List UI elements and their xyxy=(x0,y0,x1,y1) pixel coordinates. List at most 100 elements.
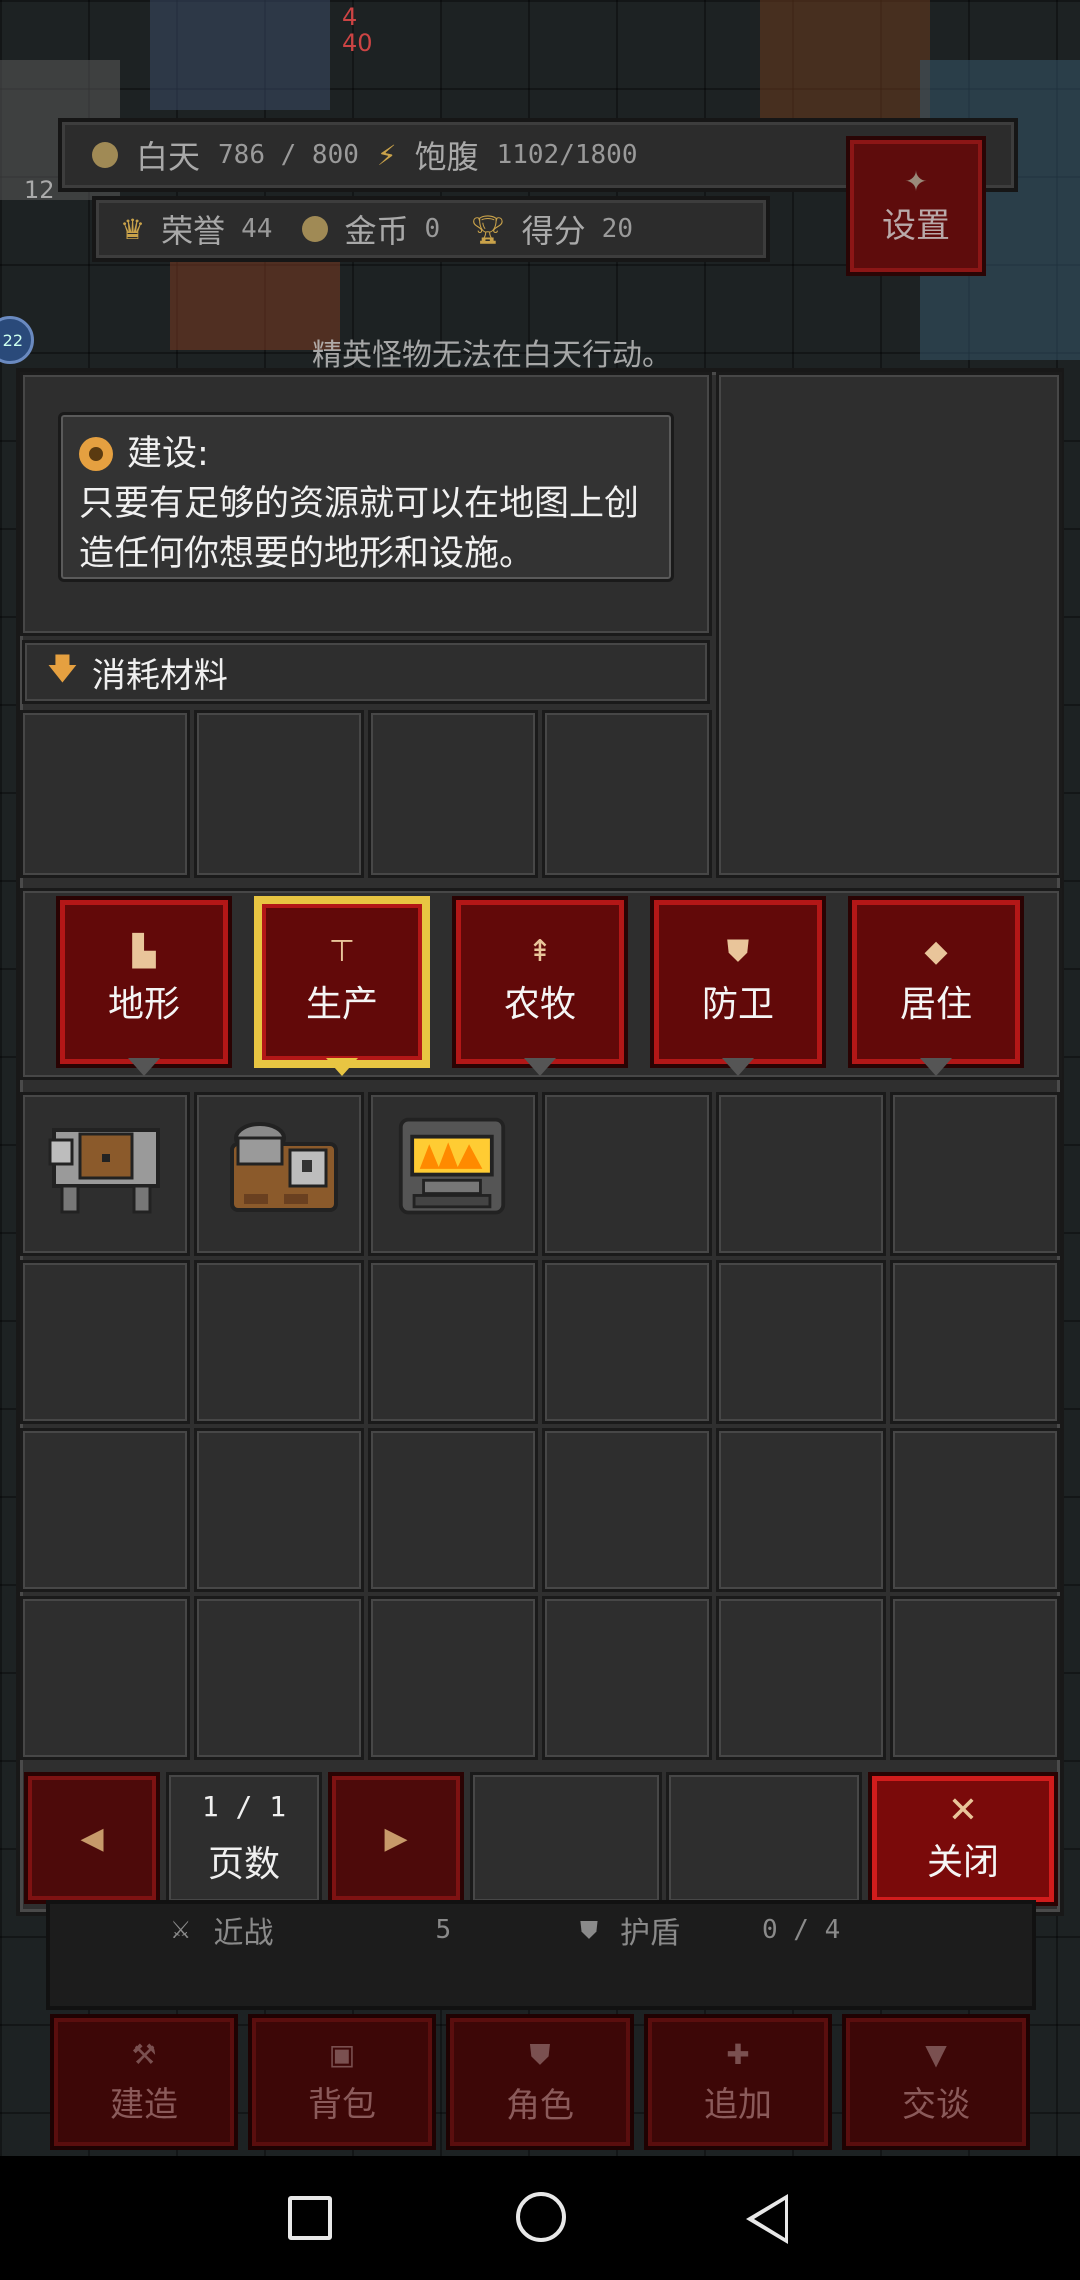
tab-terrain[interactable]: ▙ 地形 xyxy=(56,896,232,1068)
toolbar-add-button[interactable]: ✚ 追加 xyxy=(644,2014,832,2150)
toolbar-label: 角色 xyxy=(506,2085,574,2126)
wrench-icon: ✦ xyxy=(904,165,928,198)
close-icon: ✕ xyxy=(947,1790,979,1831)
item-slot[interactable] xyxy=(194,1428,364,1592)
settings-button[interactable]: ✦ 设置 xyxy=(846,136,986,276)
honor-label: 荣誉 xyxy=(161,212,226,250)
sun-icon xyxy=(92,142,118,168)
toolbar-build-button[interactable]: ⚒ 建造 xyxy=(50,2014,238,2150)
page-number: 1 / 1 xyxy=(201,1789,287,1823)
tab-pointer xyxy=(920,1058,952,1076)
cooking-station-icon[interactable] xyxy=(224,1114,344,1224)
lightning-icon: ⚡ xyxy=(376,138,397,172)
arrow-right-icon: ▶ xyxy=(384,1820,408,1856)
toolbar-label: 建造 xyxy=(110,2085,178,2125)
empty-control-slot xyxy=(470,1772,662,1904)
recent-apps-icon[interactable] xyxy=(288,2196,332,2240)
tab-production[interactable]: ⊤ 生产 xyxy=(254,896,430,1068)
item-slot[interactable] xyxy=(542,1260,712,1424)
bag-icon: ▣ xyxy=(328,2038,356,2071)
coin-icon xyxy=(302,216,329,242)
toolbar-label: 追加 xyxy=(704,2085,772,2125)
page-label: 页数 xyxy=(207,1843,280,1885)
arrow-left-icon: ◀ xyxy=(80,1820,104,1856)
tab-label: 农牧 xyxy=(503,984,576,1025)
tab-label: 居住 xyxy=(899,984,972,1025)
materials-header: 🡇 消耗材料 xyxy=(22,640,710,704)
tree-icon: ⇞ xyxy=(527,934,553,969)
terrain-icon: ▙ xyxy=(132,934,156,969)
hammer-icon: ⚒ xyxy=(131,2038,157,2071)
tab-housing[interactable]: ◆ 居住 xyxy=(848,896,1024,1068)
gold-value: 0 xyxy=(424,214,441,244)
tab-pointer xyxy=(524,1058,556,1076)
page-indicator: 1 / 1 页数 xyxy=(166,1772,322,1904)
prev-page-button[interactable]: ◀ xyxy=(24,1772,160,1904)
shield-stat-icon: ⛊ xyxy=(580,1916,598,1944)
toolbar-talk-button[interactable]: ▼ 交谈 xyxy=(842,2014,1030,2150)
day-label: 白天 xyxy=(136,138,201,176)
toolbar-character-button[interactable]: ⛊ 角色 xyxy=(446,2014,634,2150)
item-slot[interactable] xyxy=(716,1428,886,1592)
material-slot xyxy=(20,710,190,878)
score-label: 得分 xyxy=(521,212,586,250)
item-slot[interactable] xyxy=(716,1092,886,1256)
honor-value: 44 xyxy=(241,214,273,244)
character-icon: ⛊ xyxy=(529,2037,551,2071)
toolbar-label: 背包 xyxy=(308,2085,376,2125)
trophy-icon: 🏆︎ xyxy=(470,212,506,246)
player-stats-overlay: 4 40 xyxy=(342,3,373,57)
score-value: 20 xyxy=(601,214,633,244)
item-slot[interactable] xyxy=(890,1260,1060,1424)
toolbar-bag-button[interactable]: ▣ 背包 xyxy=(248,2014,436,2150)
left-counter: 12 xyxy=(24,176,55,204)
item-slot[interactable] xyxy=(194,1596,364,1760)
item-slot[interactable] xyxy=(368,1428,538,1592)
item-slot[interactable] xyxy=(20,1428,190,1592)
tab-pointer xyxy=(722,1058,754,1076)
satiety-label: 饱腹 xyxy=(414,138,479,176)
item-slot[interactable] xyxy=(368,1260,538,1424)
tab-defense[interactable]: ⛊ 防卫 xyxy=(650,896,826,1068)
house-icon: ◆ xyxy=(924,934,948,969)
item-slot[interactable] xyxy=(542,1428,712,1592)
description-line: 只要有足够的资源就可以在地图上创 xyxy=(79,484,640,524)
item-slot[interactable] xyxy=(542,1092,712,1256)
tab-label: 生产 xyxy=(305,984,378,1025)
tab-pointer-active xyxy=(326,1058,358,1076)
tab-pointer xyxy=(128,1058,160,1076)
melee-value: 5 xyxy=(435,1915,452,1945)
level-badge: 22 xyxy=(0,316,34,364)
item-slot[interactable] xyxy=(890,1596,1060,1760)
preview-slot xyxy=(716,372,1062,878)
shield-stat: ⛊ 护盾 0 / 4 xyxy=(580,1908,840,1952)
item-slot[interactable] xyxy=(716,1596,886,1760)
background-wall-tile xyxy=(150,0,330,110)
next-page-button[interactable]: ▶ xyxy=(328,1772,464,1904)
item-slot[interactable] xyxy=(20,1260,190,1424)
item-slot[interactable] xyxy=(890,1428,1060,1592)
item-slot[interactable] xyxy=(716,1260,886,1424)
settings-label: 设置 xyxy=(882,206,950,246)
furnace-icon[interactable] xyxy=(392,1112,512,1222)
workbench-icon[interactable] xyxy=(46,1114,166,1224)
item-slot[interactable] xyxy=(20,1596,190,1760)
crown-icon: ♛ xyxy=(120,212,146,246)
empty-control-slot xyxy=(666,1772,862,1904)
item-slot[interactable] xyxy=(890,1092,1060,1256)
tab-farming[interactable]: ⇞ 农牧 xyxy=(452,896,628,1068)
home-icon[interactable] xyxy=(516,2192,566,2242)
close-label: 关闭 xyxy=(926,1842,999,1883)
background-floor-tile xyxy=(760,0,930,120)
toolbar-label: 交谈 xyxy=(902,2085,970,2125)
item-slot[interactable] xyxy=(542,1596,712,1760)
description-title: 建设: xyxy=(127,434,209,474)
shield-label: 护盾 xyxy=(620,1916,680,1951)
item-slot[interactable] xyxy=(368,1596,538,1760)
shield-value: 0 / 4 xyxy=(762,1915,841,1945)
close-button[interactable]: ✕ 关闭 xyxy=(868,1772,1058,1906)
item-slot[interactable] xyxy=(194,1260,364,1424)
gold-label: 金币 xyxy=(344,212,409,250)
melee-label: 近战 xyxy=(213,1916,274,1951)
sword-icon: ⚔ xyxy=(170,1916,192,1944)
